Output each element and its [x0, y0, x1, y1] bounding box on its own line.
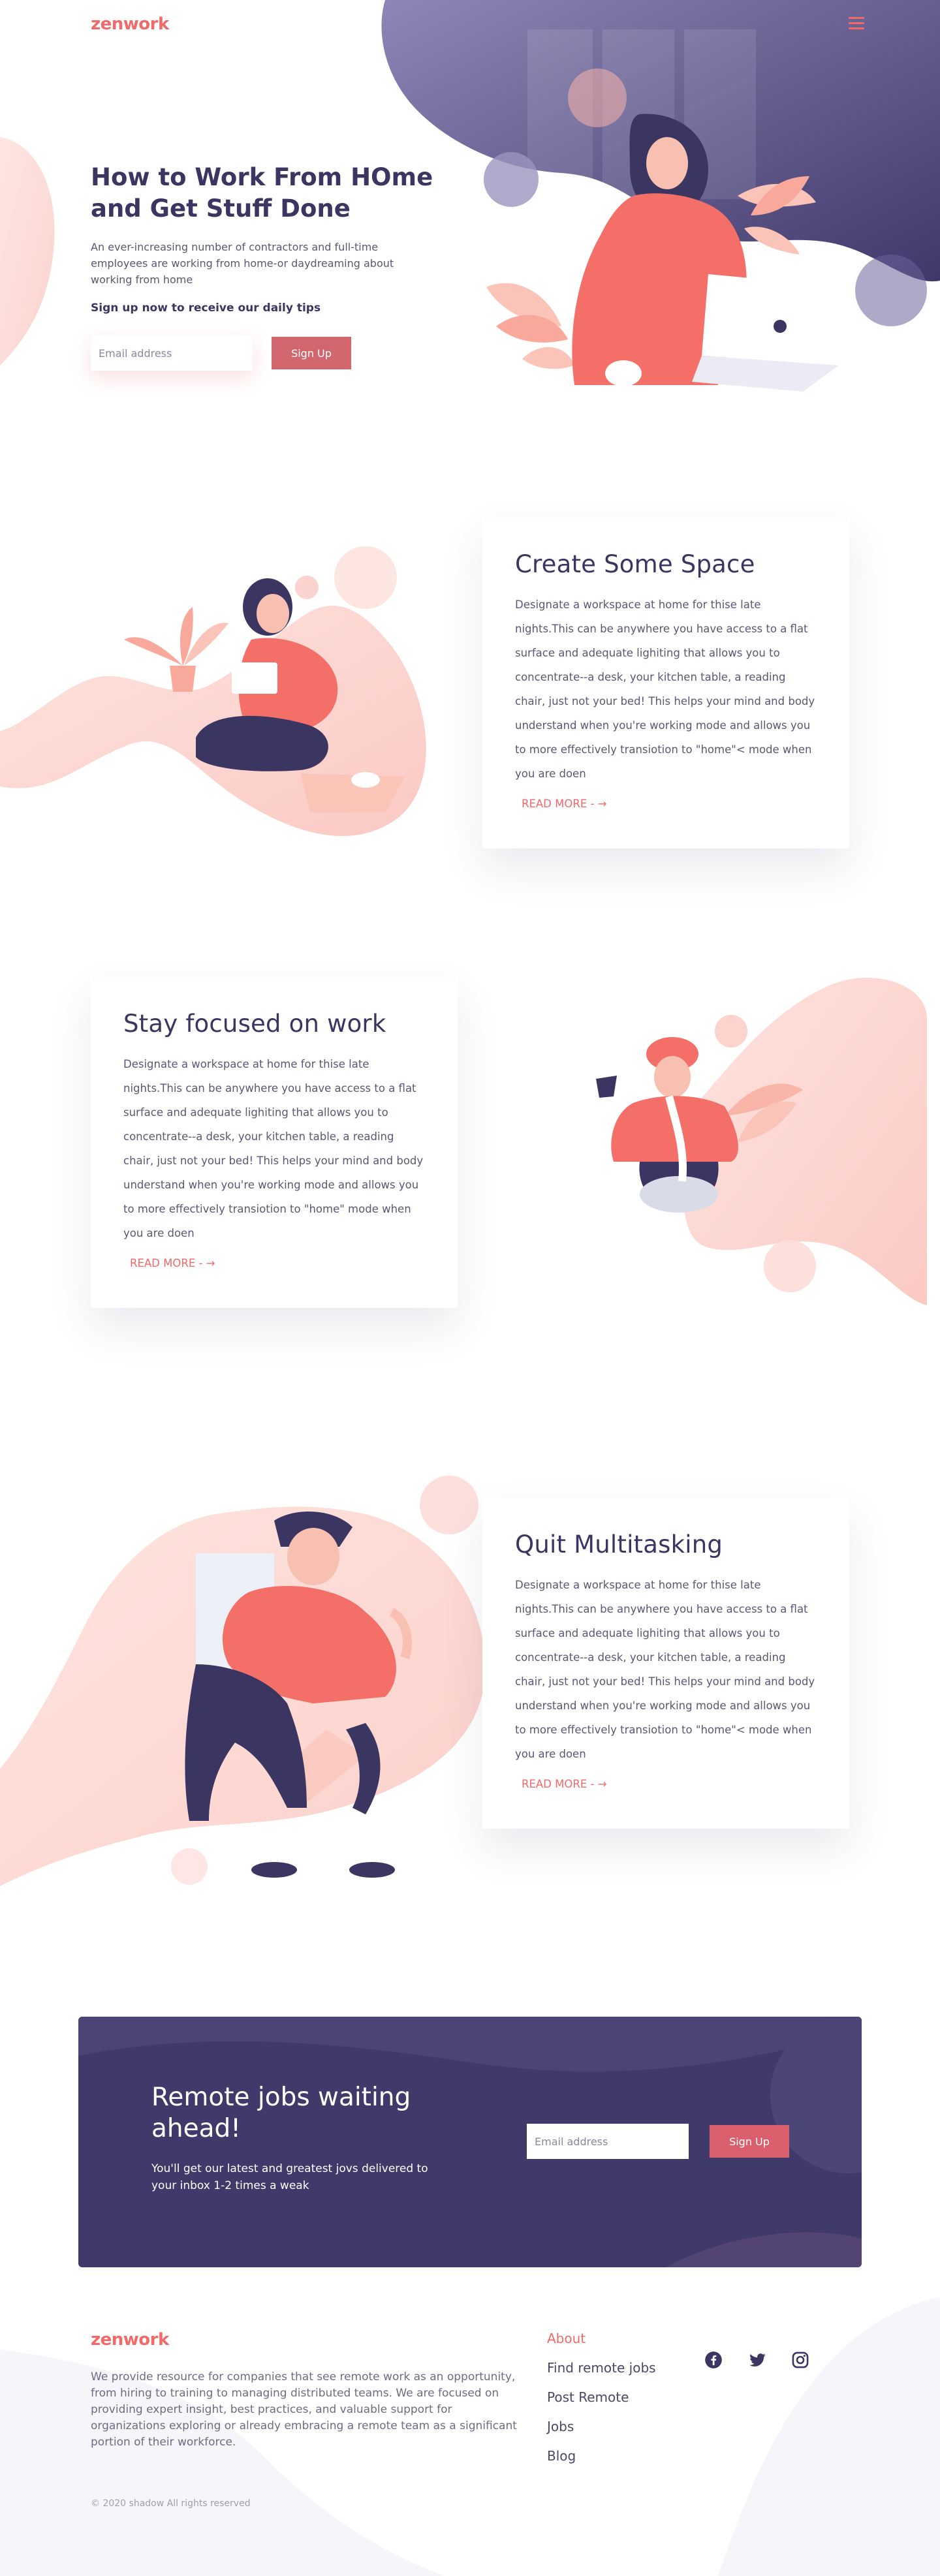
feature-card-stay-focused: Stay focused on work Designate a workspa…: [91, 977, 458, 1308]
feature-body: Designate a workspace at home for thise …: [515, 598, 815, 780]
feature-card-quit-multitasking: Quit Multitasking Designate a workspace …: [482, 1498, 849, 1829]
footer-link-post-remote[interactable]: Post Remote: [547, 2390, 656, 2404]
hero-title: How to Work From HOme and Get Stuff Done: [91, 163, 433, 223]
stay-focused-illustration: [596, 978, 927, 1305]
hero-description: An ever-increasing number of contractors…: [91, 241, 394, 286]
footer-link-blog[interactable]: Blog: [547, 2449, 656, 2463]
newsletter-signup-button[interactable]: Sign Up: [710, 2125, 789, 2158]
feature-body: Designate a workspace at home for thise …: [515, 1579, 815, 1760]
read-more-link[interactable]: READ MORE - →: [522, 1778, 607, 1790]
footer-logo[interactable]: zenwork: [91, 2330, 169, 2350]
facebook-icon[interactable]: [704, 2351, 723, 2369]
copyright: © 2020 shadow All rights reserved: [91, 2498, 251, 2509]
feature-card-create-space: Create Some Space Designate a workspace …: [482, 518, 849, 848]
read-more-link[interactable]: READ MORE - →: [522, 798, 607, 810]
create-space-illustration: [0, 546, 426, 836]
hero-signup-button[interactable]: Sign Up: [272, 337, 351, 369]
instagram-icon[interactable]: [791, 2351, 809, 2369]
footer-description: We provide resource for companies that s…: [91, 2370, 517, 2449]
footer-link-jobs[interactable]: Jobs: [547, 2419, 656, 2434]
twitter-icon[interactable]: [748, 2351, 766, 2369]
hamburger-menu-icon[interactable]: [849, 17, 864, 30]
footer-link-find-remote-jobs[interactable]: Find remote jobs: [547, 2361, 656, 2375]
hero-cta-label: Sign up now to receive our daily tips: [91, 302, 321, 315]
quit-multitasking-illustration: [0, 1476, 486, 1886]
newsletter-email-input[interactable]: [527, 2124, 689, 2159]
newsletter-title: Remote jobs waiting ahead!: [151, 2083, 411, 2143]
feature-title: Stay focused on work: [123, 1010, 386, 1038]
newsletter-section: Remote jobs waiting ahead! You'll get ou…: [78, 2017, 862, 2267]
hero-email-input[interactable]: [91, 335, 253, 371]
read-more-link[interactable]: READ MORE - →: [130, 1257, 215, 1269]
footer-links: About Find remote jobs Post Remote Jobs …: [547, 2331, 656, 2478]
feature-title: Quit Multitasking: [515, 1530, 723, 1559]
footer-link-about[interactable]: About: [547, 2331, 656, 2346]
logo[interactable]: zenwork: [91, 14, 169, 34]
feature-title: Create Some Space: [515, 550, 755, 578]
feature-body: Designate a workspace at home for thise …: [123, 1058, 424, 1239]
newsletter-description: You'll get our latest and greatest jovs …: [151, 2162, 428, 2192]
